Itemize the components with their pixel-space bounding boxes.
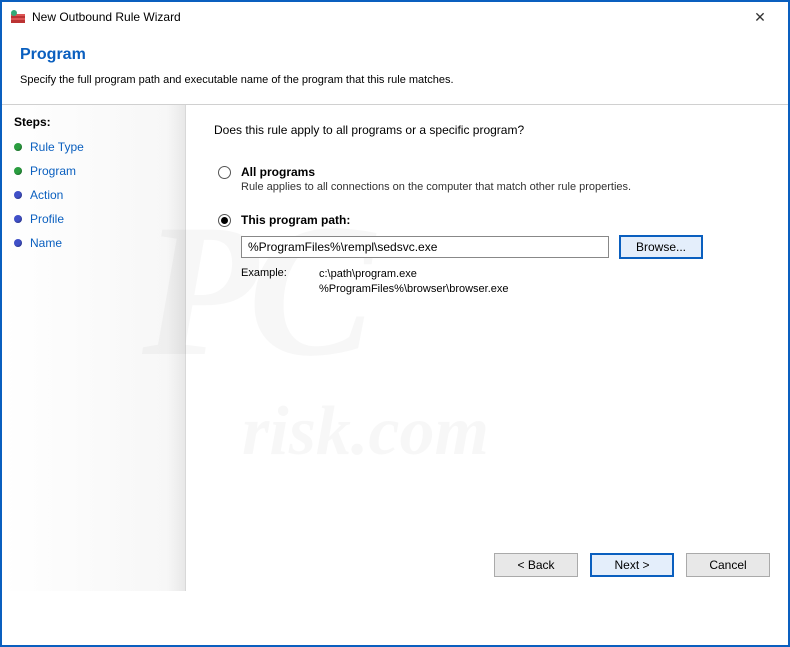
option-this-program-path[interactable]: This program path: Browse... Example: c:… [218,213,760,297]
titlebar: New Outbound Rule Wizard ✕ [2,2,788,32]
page-title: Program [20,46,770,64]
example-line-1: c:\path\program.exe [319,268,417,280]
bullet-icon [14,191,22,199]
main-panel: Does this rule apply to all programs or … [186,105,788,591]
bullet-icon [14,239,22,247]
wizard-header: Program Specify the full program path an… [2,32,788,96]
page-subtitle: Specify the full program path and execut… [20,74,770,86]
sidebar-item-label: Profile [30,212,64,226]
window-title: New Outbound Rule Wizard [32,10,740,24]
steps-sidebar: Steps: Rule Type Program Action Profile … [2,105,186,591]
back-button[interactable]: < Back [494,553,578,577]
option-all-sub: Rule applies to all connections on the c… [241,181,760,193]
sidebar-item-rule-type[interactable]: Rule Type [14,135,173,159]
bullet-icon [14,143,22,151]
bullet-icon [14,167,22,175]
radio-icon[interactable] [218,214,231,227]
option-path-label: This program path: [241,213,350,227]
example-label: Example: [241,267,319,297]
sidebar-item-label: Action [30,188,63,202]
close-icon[interactable]: ✕ [740,9,780,26]
bullet-icon [14,215,22,223]
browse-button[interactable]: Browse... [619,235,703,259]
option-all-programs[interactable]: All programs Rule applies to all connect… [218,165,760,193]
sidebar-item-label: Name [30,236,62,250]
wizard-buttons: < Back Next > Cancel [494,553,770,577]
example-line-2: %ProgramFiles%\browser\browser.exe [319,283,509,295]
option-all-label: All programs [241,165,315,179]
sidebar-item-name[interactable]: Name [14,231,173,255]
example-values: c:\path\program.exe %ProgramFiles%\brows… [319,267,509,297]
sidebar-item-label: Rule Type [30,140,84,154]
sidebar-item-action[interactable]: Action [14,183,173,207]
sidebar-item-profile[interactable]: Profile [14,207,173,231]
question-text: Does this rule apply to all programs or … [214,123,760,137]
program-path-input[interactable] [241,236,609,258]
firewall-icon [10,9,26,25]
sidebar-item-program[interactable]: Program [14,159,173,183]
steps-title: Steps: [14,115,173,129]
sidebar-item-label: Program [30,164,76,178]
radio-icon[interactable] [218,166,231,179]
cancel-button[interactable]: Cancel [686,553,770,577]
next-button[interactable]: Next > [590,553,674,577]
